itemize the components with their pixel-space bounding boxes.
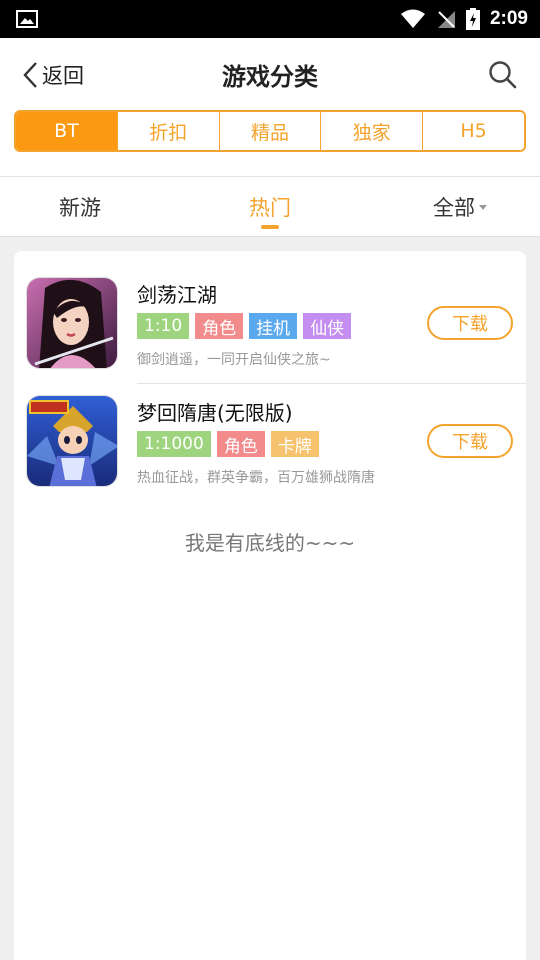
back-button[interactable]: 返回 bbox=[22, 60, 84, 90]
category-segments: BT 折扣 精品 独家 H5 bbox=[14, 110, 526, 152]
search-icon[interactable] bbox=[488, 60, 518, 90]
tag-genre: 仙侠 bbox=[303, 313, 352, 339]
game-tags: 1:1000 角色 卡牌 bbox=[137, 431, 319, 457]
header: 返回 游戏分类 bbox=[0, 38, 540, 110]
segment-discount[interactable]: 折扣 bbox=[117, 112, 220, 150]
segment-bt[interactable]: BT bbox=[16, 112, 118, 150]
game-warrior-icon bbox=[26, 395, 118, 487]
sort-tabs: 新游 热门 全部 bbox=[0, 177, 540, 237]
tag-genre: 卡牌 bbox=[270, 431, 319, 457]
status-bar: 2:09 bbox=[0, 0, 540, 38]
tag-ratio: 1:10 bbox=[137, 313, 190, 339]
segment-premium[interactable]: 精品 bbox=[219, 112, 322, 150]
download-button[interactable]: 下载 bbox=[427, 306, 513, 340]
download-button[interactable]: 下载 bbox=[427, 424, 513, 458]
page-title: 游戏分类 bbox=[222, 62, 318, 91]
tab-all-label: 全部 bbox=[433, 196, 475, 220]
tab-hot-label: 热门 bbox=[249, 196, 291, 220]
game-description: 御剑逍遥，一同开启仙侠之旅~ bbox=[137, 352, 331, 368]
status-time: 2:09 bbox=[489, 8, 528, 29]
tag-genre: 角色 bbox=[195, 313, 244, 339]
wifi-icon bbox=[400, 9, 425, 28]
battery-charging-icon bbox=[465, 8, 480, 30]
end-of-list-note: 我是有底线的~~~ bbox=[184, 531, 356, 555]
tab-indicator bbox=[261, 225, 279, 229]
game-tags: 1:10 角色 挂机 仙侠 bbox=[137, 313, 352, 339]
game-name: 梦回隋唐(无限版) bbox=[137, 401, 293, 425]
category-segments-wrap: BT 折扣 精品 独家 H5 bbox=[0, 110, 540, 176]
tab-hot[interactable]: 热门 bbox=[220, 177, 320, 237]
list-item[interactable]: 梦回隋唐(无限版) 1:1000 角色 卡牌 热血征战，群英争霸，百万雄狮战隋唐… bbox=[14, 369, 526, 489]
chevron-left-icon bbox=[23, 62, 37, 88]
tag-genre: 角色 bbox=[216, 431, 265, 457]
image-icon bbox=[16, 10, 38, 28]
tag-ratio: 1:1000 bbox=[137, 431, 211, 457]
tab-all[interactable]: 全部 bbox=[410, 177, 510, 237]
tab-new-label: 新游 bbox=[59, 196, 101, 220]
game-list: 剑荡江湖 1:10 角色 挂机 仙侠 御剑逍遥，一同开启仙侠之旅~ 下载 梦回隋… bbox=[14, 251, 526, 960]
caret-down-icon bbox=[479, 204, 487, 210]
back-label: 返回 bbox=[42, 64, 84, 88]
segment-h5[interactable]: H5 bbox=[423, 112, 524, 150]
tag-genre: 挂机 bbox=[249, 313, 298, 339]
game-portrait-icon bbox=[26, 277, 118, 369]
game-description: 热血征战，群英争霸，百万雄狮战隋唐 bbox=[137, 470, 375, 486]
tab-new[interactable]: 新游 bbox=[30, 177, 130, 237]
game-name: 剑荡江湖 bbox=[137, 283, 217, 307]
list-item[interactable]: 剑荡江湖 1:10 角色 挂机 仙侠 御剑逍遥，一同开启仙侠之旅~ 下载 bbox=[14, 251, 526, 384]
no-signal-icon bbox=[437, 11, 455, 28]
segment-exclusive[interactable]: 独家 bbox=[321, 112, 424, 150]
